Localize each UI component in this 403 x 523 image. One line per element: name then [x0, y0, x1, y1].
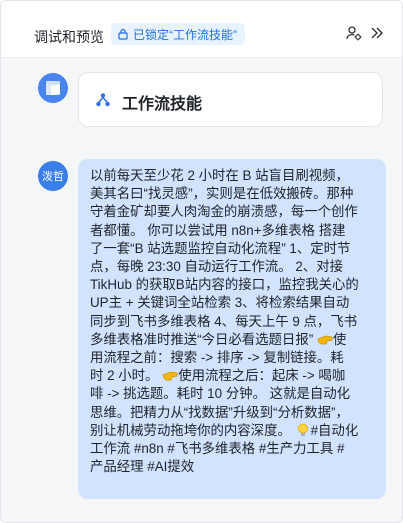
message-line: 产品经理 #AI提效	[90, 459, 195, 475]
message-line-with-emoji: 时 2 小时。 使用流程之后：起床 -> 喝咖	[90, 367, 376, 385]
message-text: #自动化	[310, 422, 359, 438]
message-line: UP主 + 关键词全站检索 3、将检索结果自动	[90, 295, 350, 311]
lock-icon	[118, 28, 128, 40]
user-avatar: 泼哲	[38, 161, 68, 191]
message-line: 思维。把精力从“找数据”升级到“分析数据”，	[90, 404, 349, 420]
message-text: 别让机械劳动拖垮你的内容深度。	[90, 422, 295, 438]
message-line: 工作流 #n8n #飞书多维表格 #生产力工具 #	[90, 441, 345, 457]
message-line: 以前每天至少花 2 小时在 B 站盲目刷视频，	[90, 168, 349, 183]
message-line: TikHub 的获取B站内容的接口，监控我关心的	[90, 277, 359, 293]
message-line: 美其名曰“找灵感”，实则是在低效搬砖。那种	[90, 186, 354, 202]
message-line: 者都懂。 你可以尝试用 n8n+多维表格 搭建	[90, 222, 346, 238]
user-gear-icon	[346, 26, 362, 41]
message-text: 时 2 小时。	[90, 368, 159, 384]
workflow-skill-card[interactable]: 工作流技能	[78, 72, 383, 127]
message-line: 啡 -> 挑选题。耗时 10 分钟。 这就是自动化	[90, 386, 351, 402]
lock-status-badge: 已锁定“工作流技能”	[111, 23, 245, 45]
user-message-bubble: 以前每天至少花 2 小时在 B 站盲目刷视频， 美其名曰“找灵感”，实则是在低效…	[78, 159, 386, 499]
collapse-panel-button[interactable]	[368, 24, 386, 42]
lock-status-text: 已锁定“工作流技能”	[133, 27, 237, 42]
skill-label: 工作流技能	[122, 96, 203, 113]
pointing-hand-icon	[162, 371, 178, 381]
panel-header: 调试和预览 已锁定“工作流技能”	[1, 1, 402, 58]
message-line: 了一套“B 站选题监控自动化流程” 1、定时节	[90, 240, 351, 256]
preview-panel: 调试和预览 已锁定“工作流技能” 工作流技能 泼哲 以前每天至少花 2 小时在 …	[0, 0, 403, 523]
message-line-with-emoji: 别让机械劳动拖垮你的内容深度。 #自动化	[90, 422, 376, 440]
message-text: 使用流程之后：起床 -> 喝咖	[178, 368, 346, 384]
workflow-icon	[95, 92, 111, 113]
double-chevron-right-icon	[371, 27, 383, 39]
user-settings-button[interactable]	[345, 24, 363, 42]
message-text: 多维表格准时推送“今日必看选题日报”	[90, 331, 317, 347]
message-line: 守着金矿却要人肉淘金的崩溃感，每一个创作	[90, 204, 358, 220]
message-line: 同步到飞书多维表格 4、每天上午 9 点，飞书	[90, 313, 358, 329]
message-line: 点，每晚 23:30 自动运行工作流。 2、对接	[90, 259, 343, 275]
lightbulb-icon	[297, 423, 308, 436]
pointing-hand-icon	[317, 335, 333, 345]
message-text: 使	[332, 331, 347, 347]
bot-app-icon	[46, 81, 60, 95]
message-line: 用流程之前：搜索 -> 排序 -> 复制链接。耗	[90, 350, 344, 366]
panel-title: 调试和预览	[34, 29, 104, 45]
bot-avatar	[38, 73, 68, 103]
message-line-with-emoji: 多维表格准时推送“今日必看选题日报” 使	[90, 331, 376, 349]
